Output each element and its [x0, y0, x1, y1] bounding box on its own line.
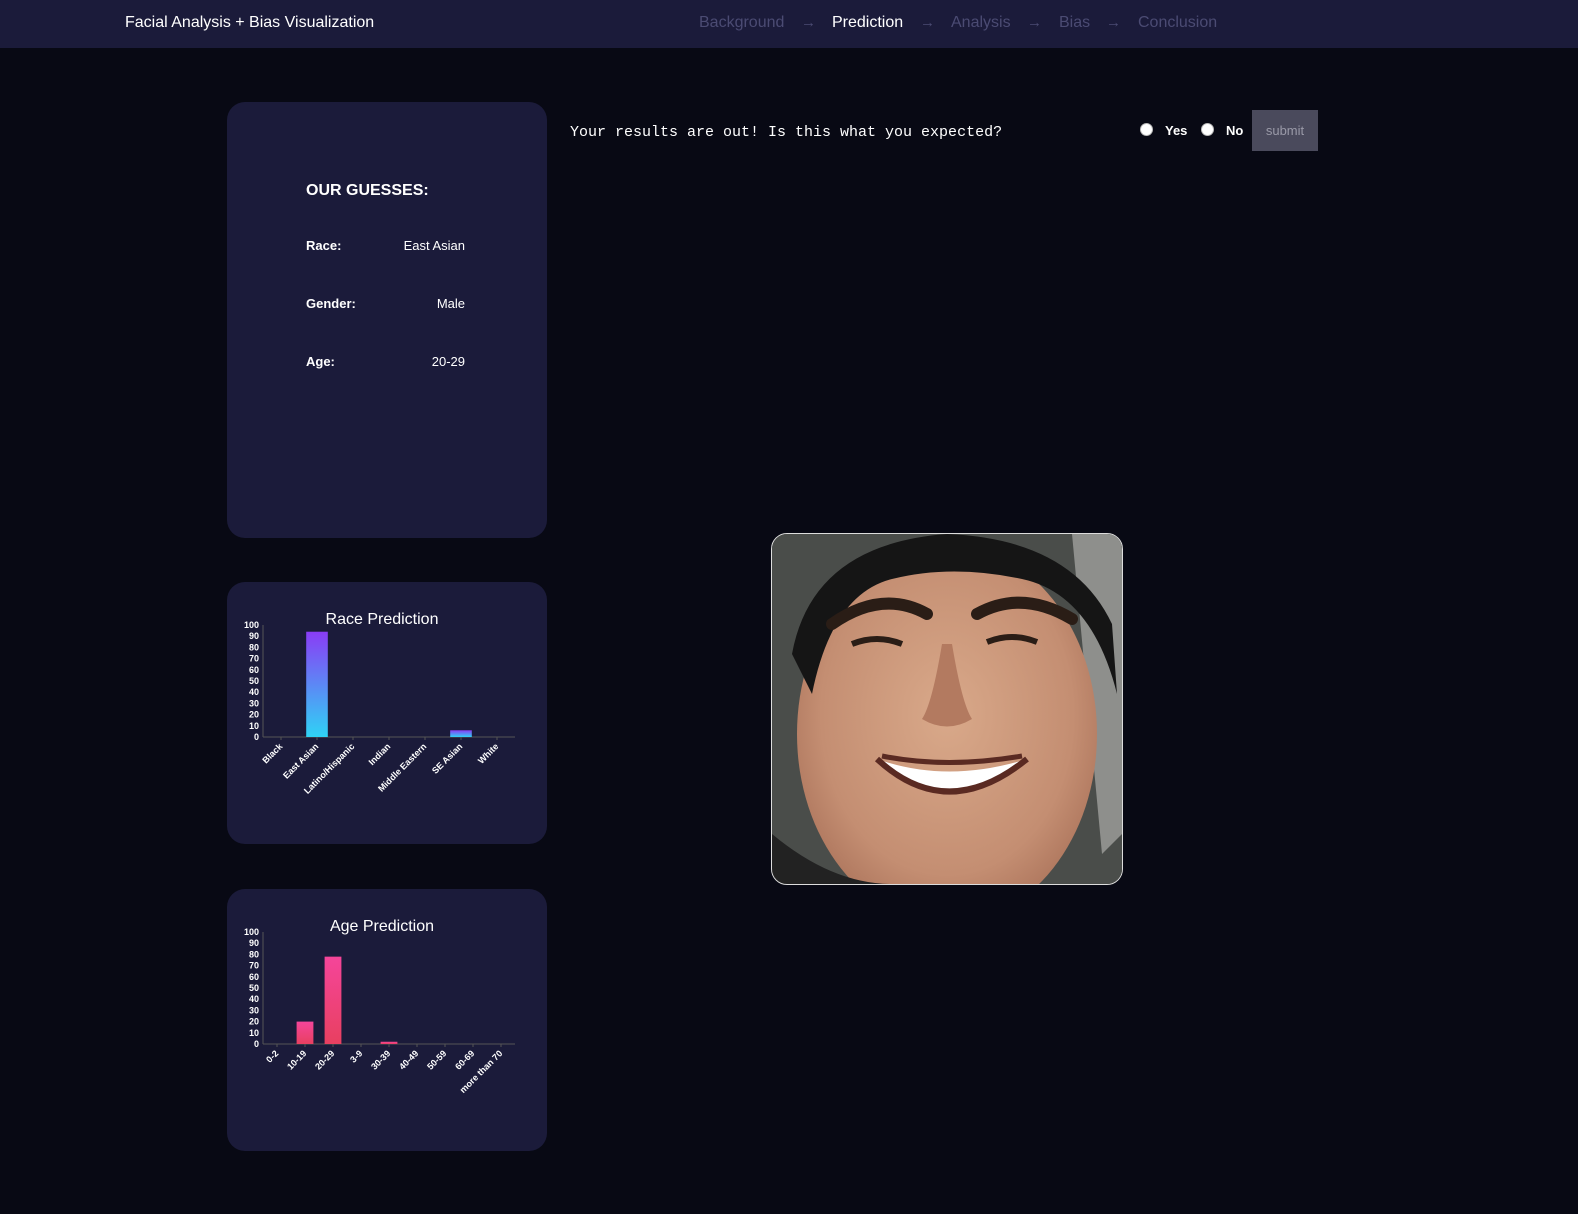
age-label: Age: — [306, 354, 335, 369]
y-tick-label: 50 — [249, 983, 259, 993]
x-tick-label: SE Asian — [430, 741, 464, 775]
x-tick-label: 20-29 — [313, 1048, 336, 1071]
face-photo — [771, 533, 1123, 885]
no-label[interactable]: No — [1226, 123, 1243, 138]
y-tick-label: 0 — [254, 1039, 259, 1049]
no-radio[interactable] — [1201, 123, 1214, 136]
y-tick-label: 10 — [249, 1028, 259, 1038]
gender-label: Gender: — [306, 296, 356, 311]
x-tick-label: 40-49 — [397, 1048, 420, 1071]
y-tick-label: 30 — [249, 698, 259, 708]
step-breadcrumb: Background → Prediction → Analysis → Bia… — [0, 14, 1578, 34]
yes-label[interactable]: Yes — [1165, 123, 1187, 138]
face-photo-icon — [772, 534, 1122, 884]
yes-radio[interactable] — [1140, 123, 1153, 136]
y-tick-label: 20 — [249, 1017, 259, 1027]
chart-bar — [380, 1041, 398, 1044]
y-tick-label: 100 — [244, 620, 259, 630]
y-tick-label: 30 — [249, 1005, 259, 1015]
y-tick-label: 20 — [249, 710, 259, 720]
x-tick-label: White — [476, 741, 500, 765]
y-tick-label: 90 — [249, 631, 259, 641]
x-tick-label: Indian — [367, 741, 393, 767]
step-prediction[interactable]: Prediction — [832, 14, 903, 32]
top-nav: Facial Analysis + Bias Visualization Bac… — [0, 0, 1578, 48]
race-value: East Asian — [403, 238, 465, 253]
chart-bar — [324, 956, 342, 1044]
y-tick-label: 60 — [249, 665, 259, 675]
arrow-icon: → — [1027, 14, 1042, 31]
y-tick-label: 60 — [249, 972, 259, 982]
race-prediction-chart: Race Prediction 01020 3040506070 8090100 Bla… — [244, 611, 515, 796]
y-tick-label: 80 — [249, 949, 259, 959]
submit-button[interactable]: submit — [1252, 110, 1318, 151]
guesses-title: OUR GUESSES: — [306, 182, 429, 199]
age-chart-card: Age Prediction 0 10 20 30 40 50 60 70 80 90 100 0-2 1… — [227, 889, 547, 1151]
y-tick-label: 10 — [249, 721, 259, 731]
step-analysis[interactable]: Analysis — [951, 14, 1011, 32]
y-tick-label: 100 — [244, 927, 259, 937]
race-label: Race: — [306, 238, 342, 253]
x-tick-label: 10-19 — [285, 1048, 308, 1071]
chart-bar — [450, 730, 472, 737]
x-tick-label: 60-69 — [453, 1048, 476, 1071]
y-tick-label: 90 — [249, 938, 259, 948]
x-tick-label: 0-2 — [264, 1048, 280, 1064]
chart-title: Age Prediction — [330, 918, 434, 935]
arrow-icon: → — [801, 14, 816, 31]
y-tick-label: 80 — [249, 642, 259, 652]
arrow-icon: → — [920, 14, 935, 31]
guesses-card: OUR GUESSES: Race: East Asian Gender: Ma… — [227, 102, 547, 538]
feedback-question: Your results are out! Is this what you e… — [570, 124, 1003, 141]
step-bias[interactable]: Bias — [1059, 14, 1090, 32]
y-tick-label: 70 — [249, 654, 259, 664]
y-tick-label: 70 — [249, 961, 259, 971]
x-tick-label: Black — [260, 741, 285, 766]
gender-value: Male — [436, 296, 465, 311]
race-chart-card: Race Prediction 0 10 20 30 40 50 60 70 80 90 100 Bla… — [227, 582, 547, 844]
x-tick-label: 3-9 — [348, 1048, 364, 1064]
y-tick-label: 40 — [249, 994, 259, 1004]
x-tick-label: 50-59 — [425, 1048, 448, 1071]
step-background[interactable]: Background — [699, 14, 784, 32]
chart-bar — [296, 1021, 314, 1044]
x-tick-label: 30-39 — [369, 1048, 392, 1071]
chart-title: Race Prediction — [326, 611, 439, 628]
y-tick-label: 0 — [254, 732, 259, 742]
age-value: 20-29 — [431, 354, 465, 369]
step-conclusion[interactable]: Conclusion — [1138, 14, 1217, 32]
y-tick-label: 50 — [249, 676, 259, 686]
chart-bar — [306, 631, 328, 737]
arrow-icon: → — [1106, 14, 1121, 31]
y-tick-label: 40 — [249, 687, 259, 697]
age-prediction-chart: Age Prediction 01020 3040506070 8090100 0-2 1… — [244, 918, 515, 1095]
